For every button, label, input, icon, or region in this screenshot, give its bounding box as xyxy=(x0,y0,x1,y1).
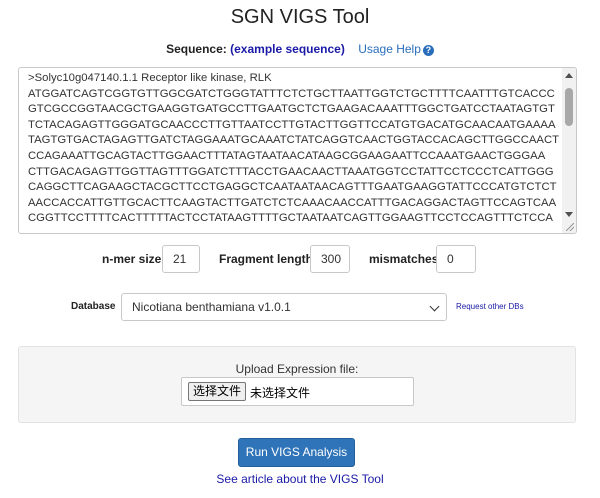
sequence-header: Sequence: (example sequence) Usage Help? xyxy=(0,42,600,56)
nmer-size-input[interactable]: 21 xyxy=(162,245,200,273)
chevron-down-icon xyxy=(429,301,440,312)
sequence-line: CTTGACAGAGTTGGTTAGTTTGGATCTTTACCTGAACAAC… xyxy=(28,165,554,178)
sequence-line: TCTACAGAGTTGGGATGCAACCCTTGTTAATCCTTGTACT… xyxy=(28,118,556,131)
database-label: Database xyxy=(71,301,116,312)
sequence-line: CGGTTCCTTTTCACTTTTTACTCCTATAAGTTTTGCTAAT… xyxy=(28,212,553,225)
sequence-text: >Solyc10g047140.1.1 Receptor like kinase… xyxy=(28,71,564,227)
sequence-line: TAGTGTGACTAGAGTTGATCTAGGAAATGCAAATCTATCA… xyxy=(28,134,560,147)
mismatches-input[interactable]: 0 xyxy=(436,245,476,273)
database-selected-value: Nicotiana benthamiana v1.0.1 xyxy=(132,300,291,314)
sequence-line: CCAGAAATTGCAGTACTTGGAACTTTATAGTAATAACATA… xyxy=(28,149,546,162)
fragment-length-input[interactable]: 300 xyxy=(310,245,350,273)
mismatches-label: mismatches xyxy=(369,252,439,266)
file-status: 未选择文件 xyxy=(250,386,311,400)
scroll-up-arrow-icon[interactable] xyxy=(565,73,573,78)
upload-label: Upload Expression file: xyxy=(235,362,359,376)
vigs-article-link[interactable]: See article about the VIGS Tool xyxy=(0,472,600,486)
sequence-line: GTCGCCGGTAACGCTGAAGGTGATGCCTTGAATGCTCTGA… xyxy=(28,103,555,116)
sequence-line: CAGGCTTCAGAAGCTACGCTTCCTGAGGCTCAATAATAAC… xyxy=(28,181,557,194)
file-input[interactable]: 选择文件 未选择文件 xyxy=(181,377,414,406)
fragment-length-label: Fragment length xyxy=(219,252,314,266)
scroll-down-arrow-icon[interactable] xyxy=(565,212,573,217)
database-select[interactable]: Nicotiana benthamiana v1.0.1 xyxy=(121,293,447,321)
request-other-dbs-link[interactable]: Request other DBs xyxy=(456,302,524,311)
sequence-line: ATGGATCAGTCGGTGTTGGCGATCTGGGTATTTCTCTGCT… xyxy=(28,87,555,100)
usage-help-label: Usage Help xyxy=(358,42,421,56)
choose-file-button[interactable]: 选择文件 xyxy=(188,382,247,401)
sequence-line: >Solyc10g047140.1.1 Receptor like kinase… xyxy=(28,72,272,84)
run-vigs-button[interactable]: Run VIGS Analysis xyxy=(238,438,355,467)
example-sequence-link[interactable]: (example sequence) xyxy=(230,42,345,56)
upload-panel: Upload Expression file: 选择文件 未选择文件 xyxy=(18,346,576,423)
sequence-label: Sequence: xyxy=(166,42,227,56)
textarea-scrollbar[interactable] xyxy=(562,68,576,233)
page-title: SGN VIGS Tool xyxy=(230,6,370,28)
scrollbar-thumb[interactable] xyxy=(565,88,573,126)
resize-grip-icon[interactable] xyxy=(566,223,574,231)
usage-help-link[interactable]: Usage Help? xyxy=(358,42,434,56)
question-circle-icon[interactable]: ? xyxy=(422,45,434,56)
nmer-size-label: n-mer size xyxy=(102,252,162,266)
sequence-line: AACCACCATTGTTGCACTTCAAGTACTTGATCTCTCAAAC… xyxy=(28,196,557,209)
sequence-textarea[interactable]: >Solyc10g047140.1.1 Receptor like kinase… xyxy=(18,67,577,234)
